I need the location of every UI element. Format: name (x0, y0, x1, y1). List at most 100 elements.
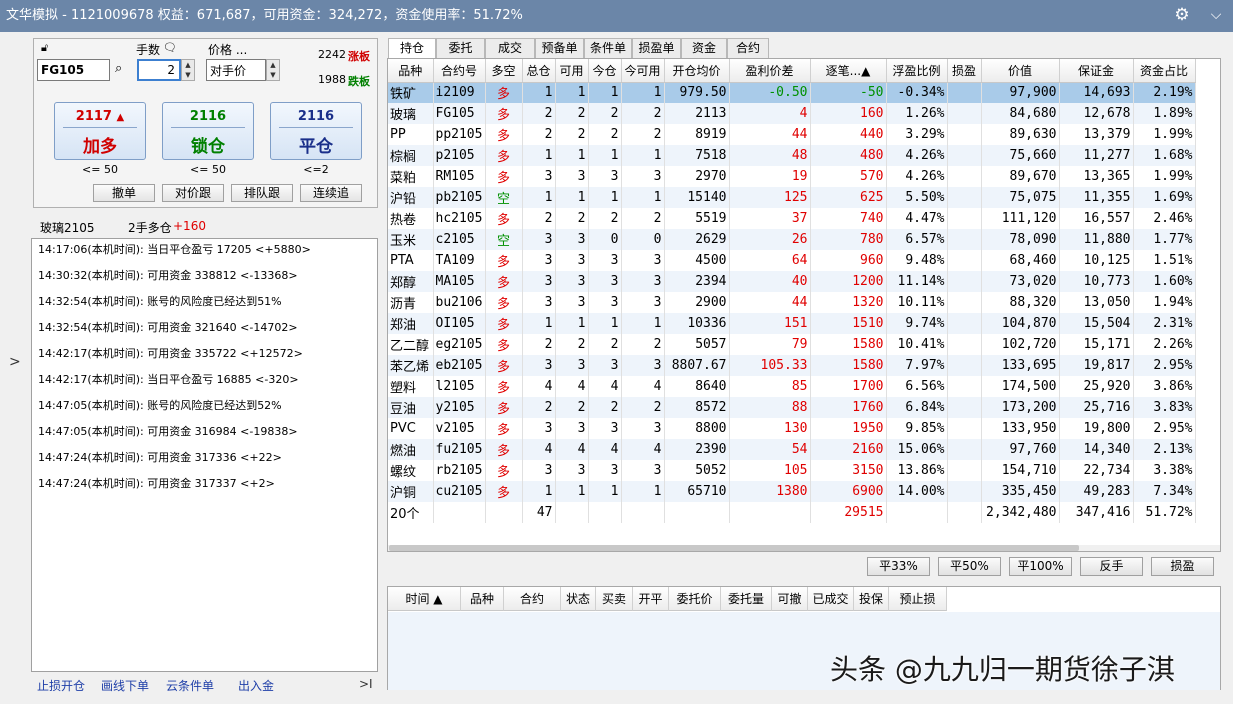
order-column-header[interactable]: 已成交 (808, 587, 854, 611)
close-33-button[interactable]: 平33% (867, 557, 930, 576)
table-row[interactable]: 玉米 c2105 空 3 3 0 0 2629 26 780 6.57% 78,090 11,880 1.… (388, 229, 1196, 250)
stop-loss-open-link[interactable]: 止损开仓 (37, 677, 85, 694)
tab-4[interactable]: 条件单 (584, 38, 632, 58)
tab-3[interactable]: 预备单 (535, 38, 584, 58)
table-row[interactable]: 乙二醇 eg2105 多 2 2 2 2 5057 79 1580 10.41% 102,720 15,… (388, 334, 1196, 355)
order-column-header[interactable]: 合约 (504, 587, 561, 611)
price-label[interactable]: 价格 ... (208, 41, 247, 58)
column-header[interactable]: 价值 (981, 59, 1060, 83)
contract-input[interactable] (37, 59, 110, 81)
scrollbar-thumb[interactable] (389, 545, 1079, 551)
order-column-header[interactable]: 状态 (561, 587, 596, 611)
expand-side-arrow[interactable]: > (9, 354, 21, 370)
order-column-header[interactable]: 开平 (633, 587, 669, 611)
table-row[interactable]: 沪铜 cu2105 多 1 1 1 1 65710 1380 6900 14.00% 335,450 4… (388, 481, 1196, 502)
table-row[interactable]: 豆油 y2105 多 2 2 2 2 8572 88 1760 6.84% 173,200 25,716… (388, 397, 1196, 418)
order-column-header[interactable]: 预止损 (889, 587, 947, 611)
table-cell (947, 397, 982, 418)
qty-input[interactable] (137, 59, 181, 81)
table-row[interactable]: 玻璃 FG105 多 2 2 2 2 2113 4 160 1.26% 84,680 12,678 1.8… (388, 103, 1196, 124)
chevron-down-icon[interactable]: ⌵ (1205, 5, 1227, 25)
table-row[interactable]: 塑料 l2105 多 4 4 4 4 8640 85 1700 6.56% 174,500 25,920… (388, 376, 1196, 397)
chat-icon[interactable]: 🗨︎ (163, 41, 177, 54)
column-header[interactable]: 多空 (485, 59, 523, 83)
positions-grid[interactable]: 品种 合约号 多空 总仓 可用 今仓 今可用 开仓均价 盈利价差 逐笔...▲ 浮盈比例 损盈 价值 保证… (387, 58, 1221, 552)
stop-profit-loss-button[interactable]: 损盈 (1151, 557, 1214, 576)
deposit-withdraw-link[interactable]: 出入金 (238, 677, 274, 694)
table-row[interactable]: PVC v2105 多 3 3 3 3 8800 130 1950 9.85% 133,950 19,8… (388, 418, 1196, 439)
order-column-header[interactable]: 委托价 (669, 587, 721, 611)
column-header[interactable]: 总仓 (522, 59, 556, 83)
tab-2[interactable]: 成交 (485, 38, 535, 58)
table-row[interactable]: PP pp2105 多 2 2 2 2 8919 44 440 3.29% 89,630 13,379 1… (388, 124, 1196, 145)
tab-1[interactable]: 委托 (436, 38, 485, 58)
table-cell: 16,557 (1059, 208, 1134, 229)
table-row[interactable]: PTA TA109 多 3 3 3 3 4500 64 960 9.48% 68,460 10,125 1… (388, 250, 1196, 271)
column-header[interactable]: 今可用 (621, 59, 665, 83)
lock-position-button[interactable]: 2116 锁仓 (162, 102, 254, 160)
close-100-button[interactable]: 平100% (1009, 557, 1072, 576)
order-column-header[interactable]: 买卖 (596, 587, 633, 611)
table-cell: 5519 (664, 208, 730, 229)
order-column-header[interactable]: 可撤 (772, 587, 808, 611)
collapse-panel-icon[interactable]: >I (359, 677, 373, 691)
table-cell: OI105 (433, 313, 486, 334)
column-header[interactable]: 开仓均价 (664, 59, 730, 83)
table-row[interactable]: 燃油 fu2105 多 4 4 4 4 2390 54 2160 15.06% 97,760 14,34… (388, 439, 1196, 460)
price-stepper[interactable]: ▲ ▼ (266, 59, 280, 81)
table-row[interactable]: 20个 47 29515 2,342,480 347,416 51.72% (388, 502, 1196, 523)
column-header[interactable]: 合约号 (433, 59, 486, 83)
table-row[interactable]: 热卷 hc2105 多 2 2 2 2 5519 37 740 4.47% 111,120 16,557… (388, 208, 1196, 229)
column-header[interactable]: 品种 (388, 59, 434, 83)
table-row[interactable]: 铁矿 i2109 多 1 1 1 1 979.50 -0.50 -50 -0.34% 97,900 14… (388, 82, 1196, 103)
table-cell: RM105 (433, 166, 486, 187)
column-header[interactable]: 保证金 (1059, 59, 1134, 83)
search-icon[interactable]: ⌕ (115, 61, 122, 76)
table-cell: 6.57% (886, 229, 948, 250)
lock-icon[interactable]: 🔓︎ (41, 41, 48, 55)
table-cell: 3 (522, 355, 556, 376)
column-header[interactable]: 浮盈比例 (886, 59, 948, 83)
table-row[interactable]: 棕榈 p2105 多 1 1 1 1 7518 48 480 4.26% 75,660 11,277 1.… (388, 145, 1196, 166)
table-cell: 88,320 (981, 292, 1060, 313)
horizontal-scrollbar[interactable] (388, 545, 1220, 551)
table-row[interactable]: 郑醇 MA105 多 3 3 3 3 2394 40 1200 11.14% 73,020 10,773… (388, 271, 1196, 292)
column-header[interactable]: 逐笔...▲ (810, 59, 887, 83)
price-type-input[interactable] (206, 59, 266, 81)
cloud-condition-order-link[interactable]: 云条件单 (166, 677, 214, 694)
buy-long-button[interactable]: 2117 ▲ 加多 (54, 102, 146, 160)
tab-0[interactable]: 持仓 (388, 38, 436, 59)
table-row[interactable]: 沪铅 pb2105 空 1 1 1 1 15140 125 625 5.50% 75,075 11,35… (388, 187, 1196, 208)
table-cell: 625 (810, 187, 887, 208)
column-header[interactable]: 可用 (555, 59, 589, 83)
continuous-chase-button[interactable]: 连续追 (300, 184, 362, 202)
column-header[interactable]: 损盈 (947, 59, 982, 83)
cancel-order-button[interactable]: 撤单 (93, 184, 155, 202)
table-cell: 多 (485, 292, 523, 313)
tab-5[interactable]: 损盈单 (632, 38, 681, 58)
column-header[interactable]: 盈利价差 (729, 59, 811, 83)
tab-7[interactable]: 合约 (727, 38, 769, 58)
message-log[interactable]: 14:17:06(本机时间): 当日平仓盈亏 17205 <+5880> 14:3… (31, 238, 378, 672)
order-column-header[interactable]: 投保 (854, 587, 889, 611)
table-row[interactable]: 菜粕 RM105 多 3 3 3 3 2970 19 570 4.26% 89,670 13,365 1.… (388, 166, 1196, 187)
tab-6[interactable]: 资金 (681, 38, 727, 58)
gear-icon[interactable]: ⚙ (1171, 5, 1193, 25)
column-header[interactable]: 今仓 (588, 59, 622, 83)
draw-line-order-link[interactable]: 画线下单 (101, 677, 149, 694)
queue-follow-button[interactable]: 排队跟 (231, 184, 293, 202)
column-header[interactable]: 资金占比 (1133, 59, 1196, 83)
qty-stepper[interactable]: ▲ ▼ (181, 59, 195, 81)
order-column-header[interactable]: 时间 ▲ (388, 587, 461, 611)
follow-counter-price-button[interactable]: 对价跟 (162, 184, 224, 202)
order-column-header[interactable]: 品种 (461, 587, 504, 611)
table-row[interactable]: 郑油 OI105 多 1 1 1 1 10336 151 1510 9.74% 104,870 15,5… (388, 313, 1196, 334)
table-row[interactable]: 苯乙烯 eb2105 多 3 3 3 3 8807.67 105.33 1580 7.97% 133,… (388, 355, 1196, 376)
close-position-button[interactable]: 2116 平仓 (270, 102, 362, 160)
close-50-button[interactable]: 平50% (938, 557, 1001, 576)
reverse-button[interactable]: 反手 (1080, 557, 1143, 576)
table-cell: 9.85% (886, 418, 948, 439)
table-row[interactable]: 螺纹 rb2105 多 3 3 3 3 5052 105 3150 13.86% 154,710 22,… (388, 460, 1196, 481)
table-row[interactable]: 沥青 bu2106 多 3 3 3 3 2900 44 1320 10.11% 88,320 13,05… (388, 292, 1196, 313)
order-column-header[interactable]: 委托量 (721, 587, 772, 611)
